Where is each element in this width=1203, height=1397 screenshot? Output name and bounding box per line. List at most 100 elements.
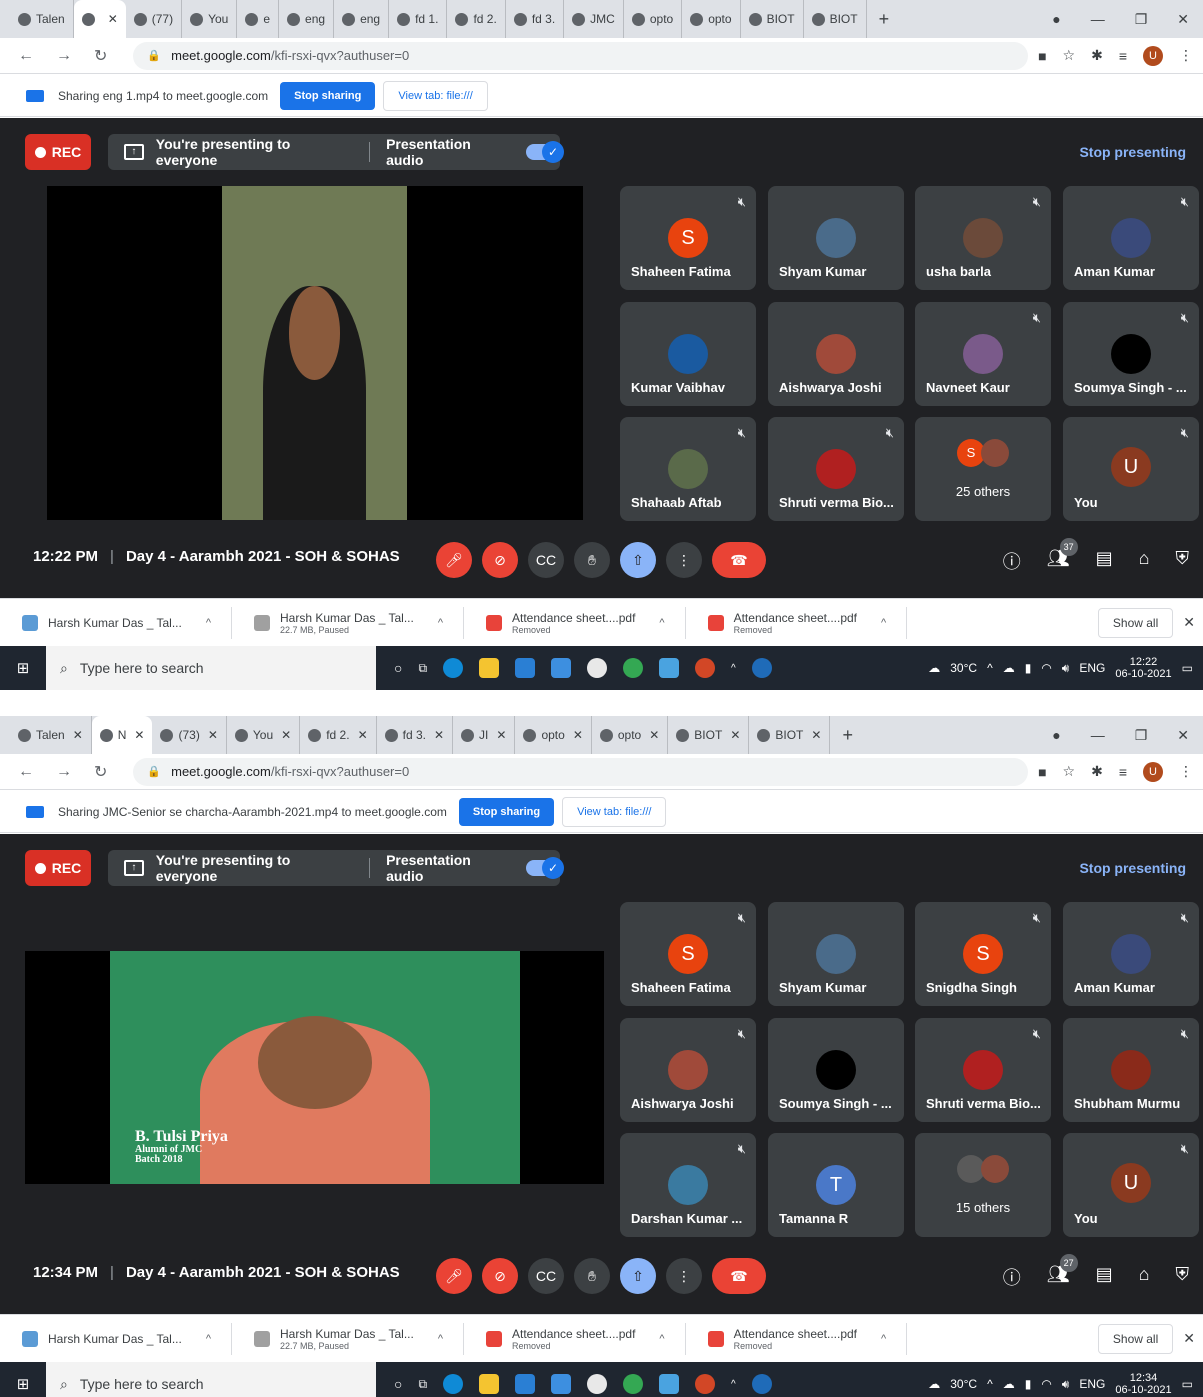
close-downloads-icon[interactable]: ✕ [1183, 614, 1195, 631]
close-window-icon[interactable]: ✕ [1177, 727, 1189, 744]
browser-tab[interactable]: fd 3. [506, 0, 565, 38]
cortana-icon[interactable]: ○ [394, 1376, 402, 1392]
show-all-downloads-button[interactable]: Show all [1097, 1323, 1174, 1354]
edge-icon[interactable] [443, 1374, 464, 1394]
participant-tile[interactable]: 🔇︎ Shruti verma Bio... [915, 1018, 1051, 1122]
browser-tab[interactable]: eng [334, 0, 390, 38]
windows-start-icon[interactable]: ⊞ [0, 659, 46, 677]
mail-icon[interactable] [515, 1374, 536, 1394]
battery-icon[interactable]: ▮ [1025, 661, 1032, 675]
captions-button[interactable]: CC [528, 542, 564, 578]
browser-tab[interactable]: fd 3. ✕ [377, 716, 454, 754]
camera-icon[interactable]: ■ [1038, 48, 1046, 64]
raise-hand-button[interactable]: ✋︎ [574, 542, 610, 578]
powerpoint-icon[interactable] [695, 1374, 716, 1394]
stop-sharing-button[interactable]: Stop sharing [280, 81, 376, 110]
menu-kebab-icon[interactable]: ⋮ [1179, 47, 1193, 64]
more-options-button[interactable]: ⋮ [666, 1258, 702, 1294]
browser-tab[interactable]: BIOT [804, 0, 867, 38]
tray-overflow-icon[interactable]: ^ [987, 1377, 993, 1391]
file-explorer-icon[interactable] [479, 658, 500, 678]
reading-list-icon[interactable]: ≡ [1119, 764, 1127, 780]
browser-tab[interactable]: N ✕ [91, 716, 153, 754]
participant-tile[interactable]: 🔇︎ Shahaab Aftab [620, 417, 756, 521]
dropbox-icon[interactable] [551, 658, 572, 678]
tab-close-icon[interactable]: ✕ [730, 728, 740, 742]
chevron-up-icon[interactable]: ^ [206, 617, 211, 629]
browser-tab[interactable]: fd 2. ✕ [300, 716, 377, 754]
browser-tab[interactable]: Talen ✕ [10, 716, 92, 754]
chrome-icon[interactable] [623, 658, 644, 678]
restore-icon[interactable]: ❐ [1135, 727, 1148, 744]
volume-icon[interactable]: 🔊︎ [1062, 661, 1070, 676]
download-item[interactable]: Harsh Kumar Das _ Tal... ^ [0, 1322, 232, 1355]
participant-tile[interactable]: Soumya Singh - ... [768, 1018, 904, 1122]
present-now-button[interactable]: ⇧ [620, 1258, 656, 1294]
restore-icon[interactable]: ❐ [1135, 11, 1148, 28]
leave-call-button[interactable]: ☎︎ [712, 542, 766, 578]
onedrive-icon[interactable]: ☁ [1003, 1377, 1015, 1391]
task-view-icon[interactable]: ⧉ [418, 661, 427, 676]
download-item[interactable]: Attendance sheet....pdf Removed ^ [686, 1322, 908, 1355]
people-icon[interactable]: 👥︎ 27 [1047, 1254, 1078, 1290]
leave-call-button[interactable]: ☎︎ [712, 1258, 766, 1294]
participant-tile[interactable]: 🔇︎ S Shaheen Fatima [620, 902, 756, 1006]
view-tab-button[interactable]: View tab: file:/// [562, 796, 667, 827]
browser-tab[interactable]: fd 1. [389, 0, 448, 38]
chevron-up-icon[interactable]: ^ [881, 617, 886, 629]
chevron-up-icon[interactable]: ^ [206, 1333, 211, 1345]
minimize-icon[interactable]: — [1091, 11, 1105, 27]
cortana-icon[interactable]: ○ [394, 660, 402, 676]
taskbar-search[interactable]: ⌕ Type here to search [46, 1362, 376, 1397]
profile-dot-icon[interactable]: ● [1052, 11, 1060, 27]
participant-tile[interactable]: Shyam Kumar [768, 902, 904, 1006]
browser-tab[interactable]: Talen [10, 0, 74, 38]
file-explorer-icon[interactable] [479, 1374, 500, 1394]
show-all-downloads-button[interactable]: Show all [1097, 607, 1174, 638]
participant-tile[interactable]: Shyam Kumar [768, 186, 904, 290]
download-item[interactable]: Attendance sheet....pdf Removed ^ [686, 606, 908, 639]
profile-avatar[interactable]: U [1143, 761, 1163, 782]
weather-temp[interactable]: 30°C [950, 661, 977, 675]
participant-tile[interactable]: 🔇︎ usha barla [915, 186, 1051, 290]
host-controls-icon[interactable]: ⛨ [1176, 548, 1190, 574]
close-window-icon[interactable]: ✕ [1177, 11, 1189, 28]
chevron-up-icon[interactable]: ^ [438, 1333, 443, 1345]
edge-icon[interactable] [443, 658, 464, 678]
app-icon[interactable] [587, 658, 608, 678]
browser-tab[interactable]: ✕ [73, 0, 126, 38]
camera-icon[interactable]: ■ [1038, 764, 1046, 780]
tab-close-icon[interactable]: ✕ [496, 728, 506, 742]
camera-off-button[interactable]: ⊘ [482, 542, 518, 578]
reading-list-icon[interactable]: ≡ [1119, 48, 1127, 64]
windows-start-icon[interactable]: ⊞ [0, 1375, 46, 1393]
meeting-details-icon[interactable]: ⓘ [1003, 548, 1021, 574]
browser-tab[interactable]: BIOT ✕ [668, 716, 750, 754]
profile-avatar[interactable]: U [1143, 45, 1163, 66]
stop-presenting-button[interactable]: Stop presenting [1079, 860, 1186, 876]
participant-tile[interactable]: 🔇︎ Aman Kumar [1063, 902, 1199, 1006]
participant-tile[interactable]: 🔇︎ Navneet Kaur [915, 302, 1051, 406]
tab-close-icon[interactable]: ✕ [208, 728, 218, 742]
host-controls-icon[interactable]: ⛨ [1176, 1264, 1190, 1290]
presentation-audio-toggle[interactable]: ✓ [526, 141, 564, 163]
battery-icon[interactable]: ▮ [1025, 1377, 1032, 1391]
participant-tile[interactable]: 🔇︎ U You [1063, 1133, 1199, 1237]
notifications-icon[interactable]: ▭ [1182, 1377, 1193, 1391]
tab-close-icon[interactable]: ✕ [434, 728, 444, 742]
taskbar-search[interactable]: ⌕ Type here to search [46, 646, 376, 690]
tab-close-icon[interactable]: ✕ [811, 728, 821, 742]
forward-icon[interactable]: → [56, 47, 72, 65]
browser-tab[interactable]: You [182, 0, 238, 38]
tab-close-icon[interactable]: ✕ [573, 728, 583, 742]
browser-tab[interactable]: e [237, 0, 280, 38]
participant-tile[interactable]: 🔇︎ S Snigdha Singh [915, 902, 1051, 1006]
tab-close-icon[interactable]: ✕ [108, 12, 118, 26]
reload-icon[interactable]: ↻ [94, 46, 107, 66]
task-view-icon[interactable]: ⧉ [418, 1377, 427, 1392]
photos-icon[interactable] [659, 1374, 680, 1394]
presentation-audio-toggle[interactable]: ✓ [526, 857, 564, 879]
tab-close-icon[interactable]: ✕ [134, 728, 144, 742]
weather-icon[interactable]: ☁ [928, 1377, 940, 1391]
chevron-up-icon[interactable]: ^ [881, 1333, 886, 1345]
